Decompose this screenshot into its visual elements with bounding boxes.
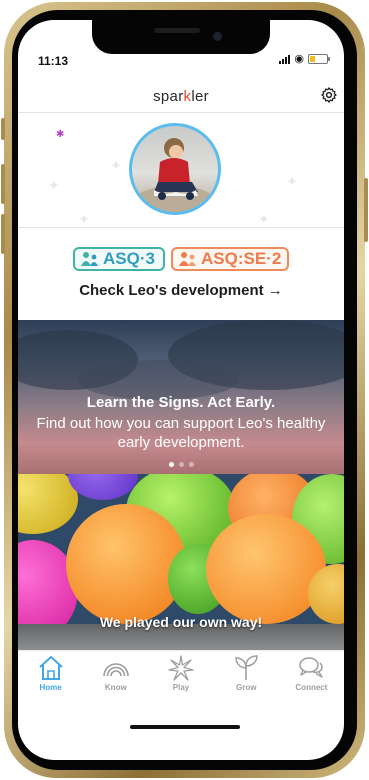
volume-down-button xyxy=(1,214,5,254)
power-button xyxy=(364,178,368,242)
home-icon xyxy=(38,656,63,680)
card-subtitle: Find out how you can support Leo's healt… xyxy=(36,415,326,451)
asq-se2-badge[interactable]: ASQ:SE·2 xyxy=(171,247,289,271)
front-camera xyxy=(213,32,222,41)
battery-icon xyxy=(308,54,330,64)
cellular-signal-icon xyxy=(279,54,291,64)
sparkle-icon: ✦ xyxy=(48,177,60,193)
family-icon xyxy=(80,251,100,267)
status-icons: ◉ xyxy=(279,53,330,65)
tab-label: Grow xyxy=(235,683,257,692)
sparkle-icon: ✦ xyxy=(258,211,270,227)
profile-hero: ✱ ✦ ✦ ✦ ✦ ✦ xyxy=(18,113,344,228)
speaker-grille xyxy=(154,28,200,33)
screening-badges: ASQ·3 ASQ:SE·2 xyxy=(18,247,344,271)
home-indicator[interactable] xyxy=(130,725,240,729)
tab-grow[interactable]: Grow xyxy=(214,651,279,703)
carousel-dot[interactable] xyxy=(178,462,184,467)
sparkle-icon: ✦ xyxy=(78,211,90,227)
wifi-icon: ◉ xyxy=(294,53,304,65)
tab-connect[interactable]: Connect xyxy=(279,651,344,703)
status-time: 11:13 xyxy=(38,54,69,68)
mute-switch xyxy=(1,118,5,140)
rainbow-icon xyxy=(102,663,129,677)
family-icon xyxy=(178,251,198,267)
tab-label: Play xyxy=(172,683,190,692)
tab-label: Know xyxy=(104,683,127,692)
carousel-dot[interactable] xyxy=(168,462,174,467)
tab-label: Connect xyxy=(295,683,328,692)
asq3-label: ASQ·3 xyxy=(103,249,155,268)
tab-know[interactable]: Know xyxy=(83,651,148,703)
card-title: Learn the Signs. Act Early. xyxy=(86,394,276,411)
bottom-tab-bar: Home Know Play Grow Connect xyxy=(18,650,344,703)
sparkle-icon: ✱ xyxy=(56,129,65,140)
notch xyxy=(92,20,270,54)
carousel-dot[interactable] xyxy=(188,462,194,467)
child-avatar[interactable] xyxy=(129,123,221,215)
played-own-way-card[interactable]: We played our own way! xyxy=(18,474,344,650)
sparkler-logo: sparkler xyxy=(153,88,209,105)
asq3-badge[interactable]: ASQ·3 xyxy=(73,247,165,271)
sparkle-icon: ✦ xyxy=(286,173,298,189)
tab-home[interactable]: Home xyxy=(18,651,83,703)
app-header: sparkler xyxy=(18,82,344,113)
check-development-link[interactable]: Check Leo's development → xyxy=(18,282,344,299)
carousel-dots xyxy=(18,462,344,467)
star-icon xyxy=(168,655,194,681)
card-title: We played our own way! xyxy=(99,614,263,630)
chat-bubbles-icon xyxy=(299,657,324,678)
sprout-icon xyxy=(235,655,258,680)
learn-signs-card[interactable]: Learn the Signs. Act Early. Find out how… xyxy=(18,320,344,474)
app-screen: 11:13 ◉ sparkler ✱ ✦ ✦ ✦ ✦ ✦ ASQ·3 ASQ:S… xyxy=(18,20,344,760)
sparkle-icon: ✦ xyxy=(110,157,122,173)
gear-icon[interactable] xyxy=(320,86,338,104)
asq-se2-label: ASQ:SE·2 xyxy=(201,249,282,268)
volume-up-button xyxy=(1,164,5,204)
tab-label: Home xyxy=(39,683,62,692)
tab-play[interactable]: Play xyxy=(148,651,213,703)
child-photo xyxy=(135,138,215,212)
